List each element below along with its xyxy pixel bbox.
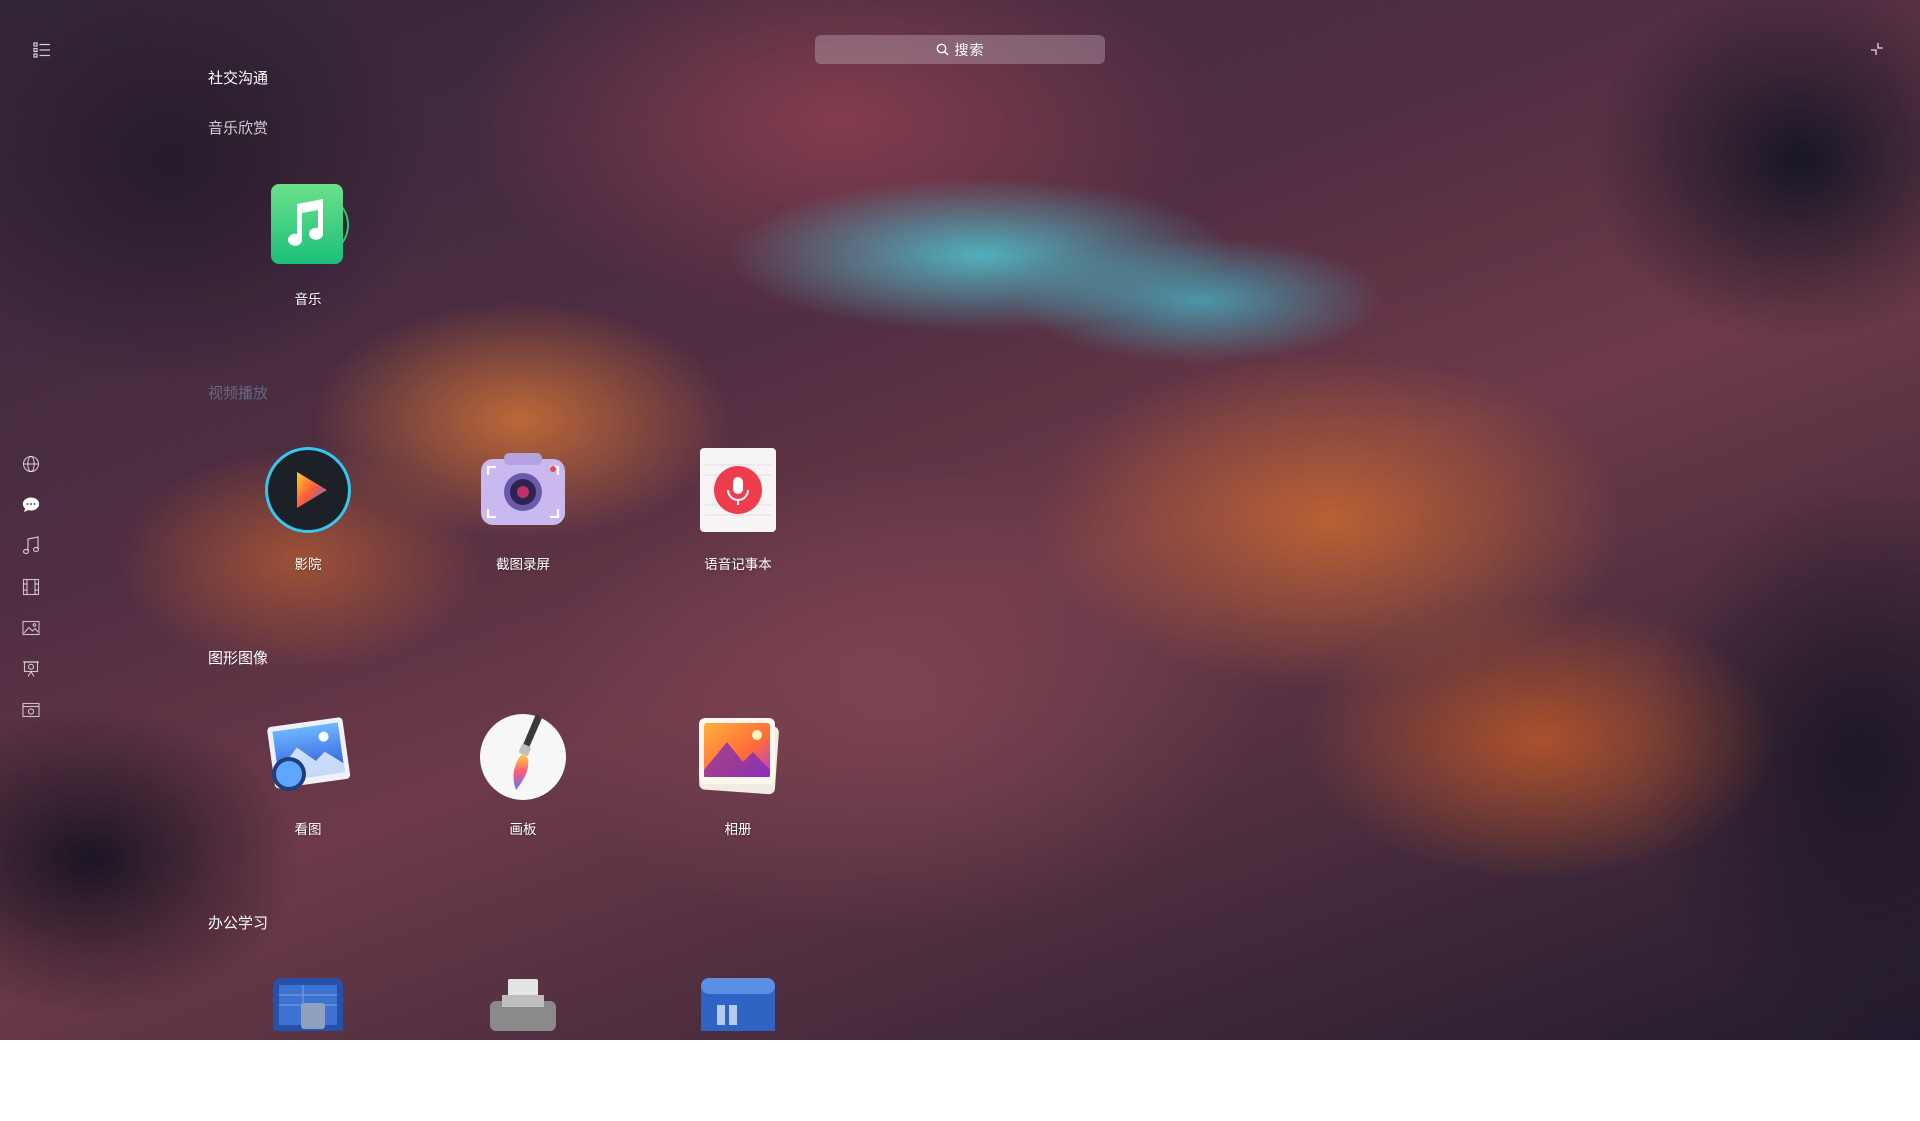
search-input[interactable]: 搜索 [815,35,1105,64]
search-placeholder: 搜索 [954,42,985,59]
category-internet[interactable] [18,452,44,475]
mode-toggle-button[interactable] [28,38,56,62]
paintbrush-icon [478,710,568,800]
music-app-icon [263,180,353,270]
section-title-office: 办公学习 [208,914,269,932]
app-voice-note[interactable]: 语音记事本 [653,441,823,591]
image-icon [22,620,40,635]
presentation-app-icon [693,975,783,1031]
app-draw[interactable]: 画板 [438,706,608,856]
section-title-music: 音乐欣赏 [208,119,269,137]
search-icon [936,43,949,56]
app-label: 语音记事本 [704,557,772,573]
app-music[interactable]: 音乐 [223,176,393,326]
presentation-icon [23,660,39,677]
list-view-icon [33,42,50,58]
section-title-video: 视频播放 [208,384,269,402]
app-office-1[interactable] [223,971,393,1121]
category-system[interactable] [18,698,44,721]
app-label: 画板 [509,822,537,838]
chat-icon [22,497,40,512]
app-label: 音乐 [294,292,322,308]
app-office-3[interactable] [653,971,823,1121]
image-viewer-icon [263,710,353,800]
category-graphics[interactable] [18,616,44,639]
section-title-social: 社交沟通 [208,69,269,87]
category-music[interactable] [18,534,44,557]
category-video[interactable] [18,575,44,598]
app-label: 看图 [294,822,322,838]
app-label: 影院 [294,557,322,573]
app-office-2[interactable] [438,971,608,1121]
screenshot-camera-icon [478,445,568,535]
document-viewer-icon [263,975,353,1031]
exit-fullscreen-button[interactable] [1868,40,1886,58]
movie-player-icon [263,445,353,535]
photo-album-icon [693,710,783,800]
category-social[interactable] [18,493,44,516]
category-nav [18,452,44,721]
exit-fullscreen-icon [1871,43,1883,55]
voice-note-icon [693,445,783,535]
app-image-viewer[interactable]: 看图 [223,706,393,856]
app-album[interactable]: 相册 [653,706,823,856]
printer-icon [478,975,568,1031]
globe-icon [22,455,40,472]
film-icon [22,578,40,595]
music-note-icon [22,535,40,554]
section-title-graphics: 图形图像 [208,649,269,667]
app-screenshot[interactable]: 截图录屏 [438,441,608,591]
category-office[interactable] [18,657,44,680]
app-label: 相册 [724,822,752,838]
app-movie[interactable]: 影院 [223,441,393,591]
app-label: 截图录屏 [496,557,550,573]
settings-box-icon [22,702,40,717]
